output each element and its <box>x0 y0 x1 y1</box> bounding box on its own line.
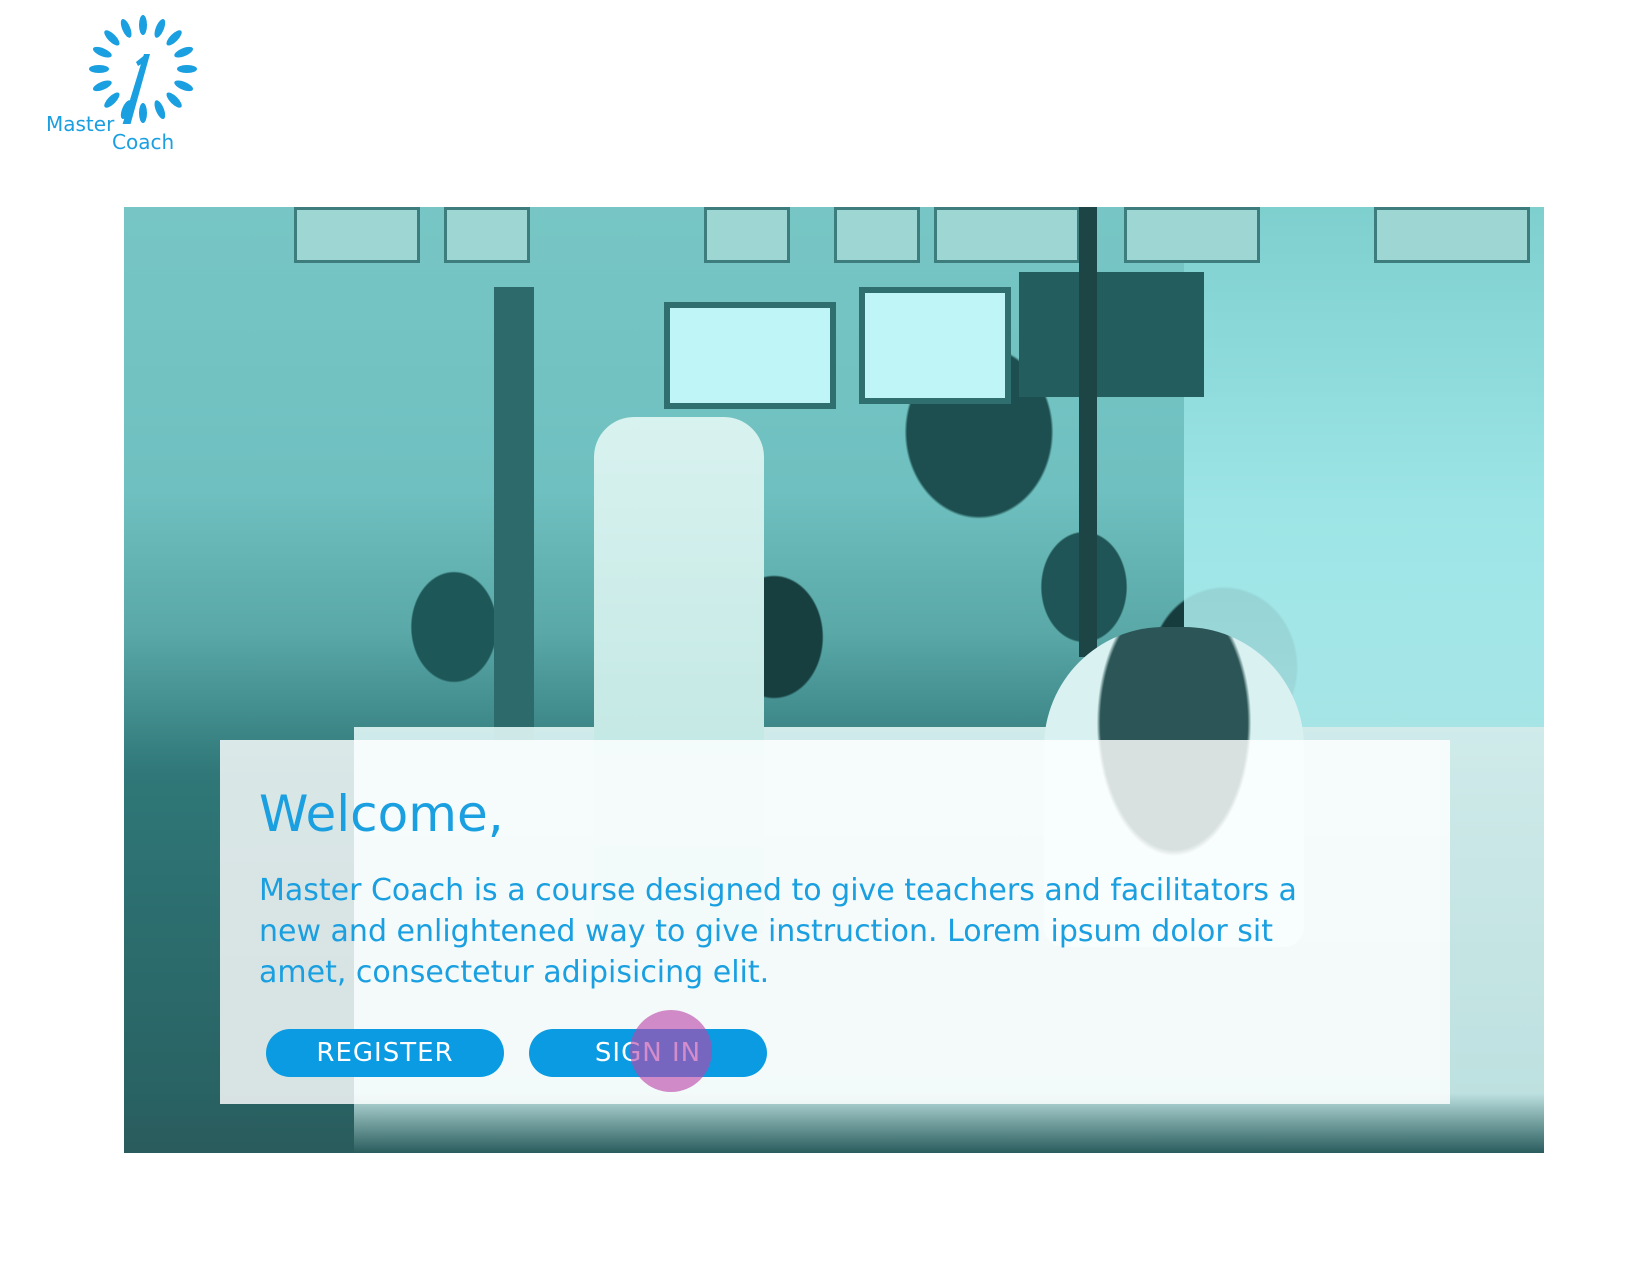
wall-poster <box>1124 207 1260 263</box>
master-coach-logo: Master Coach <box>44 14 204 154</box>
sunburst-icon <box>89 15 197 124</box>
wall-poster <box>1374 207 1530 263</box>
classroom-window <box>664 302 836 409</box>
logo-text-master: Master <box>46 112 115 136</box>
wall-poster <box>934 207 1080 263</box>
wall-poster <box>834 207 920 263</box>
logo-text-coach: Coach <box>112 130 175 154</box>
classroom-window <box>859 287 1011 404</box>
welcome-description: Master Coach is a course designed to giv… <box>259 873 1297 990</box>
window-shutter <box>1019 272 1204 397</box>
wall-poster <box>704 207 790 263</box>
sign-in-button[interactable]: SIGN IN <box>529 1029 767 1077</box>
wall-poster <box>294 207 420 263</box>
welcome-heading: Welcome, <box>259 785 504 843</box>
welcome-card: Welcome, Master Coach is a course design… <box>220 740 1450 1104</box>
landing-page: Master Coach Welcome, Master Coach is a … <box>0 0 1650 1275</box>
register-button[interactable]: REGISTER <box>266 1029 504 1077</box>
classroom-pillar <box>1079 207 1097 657</box>
wall-poster <box>444 207 530 263</box>
